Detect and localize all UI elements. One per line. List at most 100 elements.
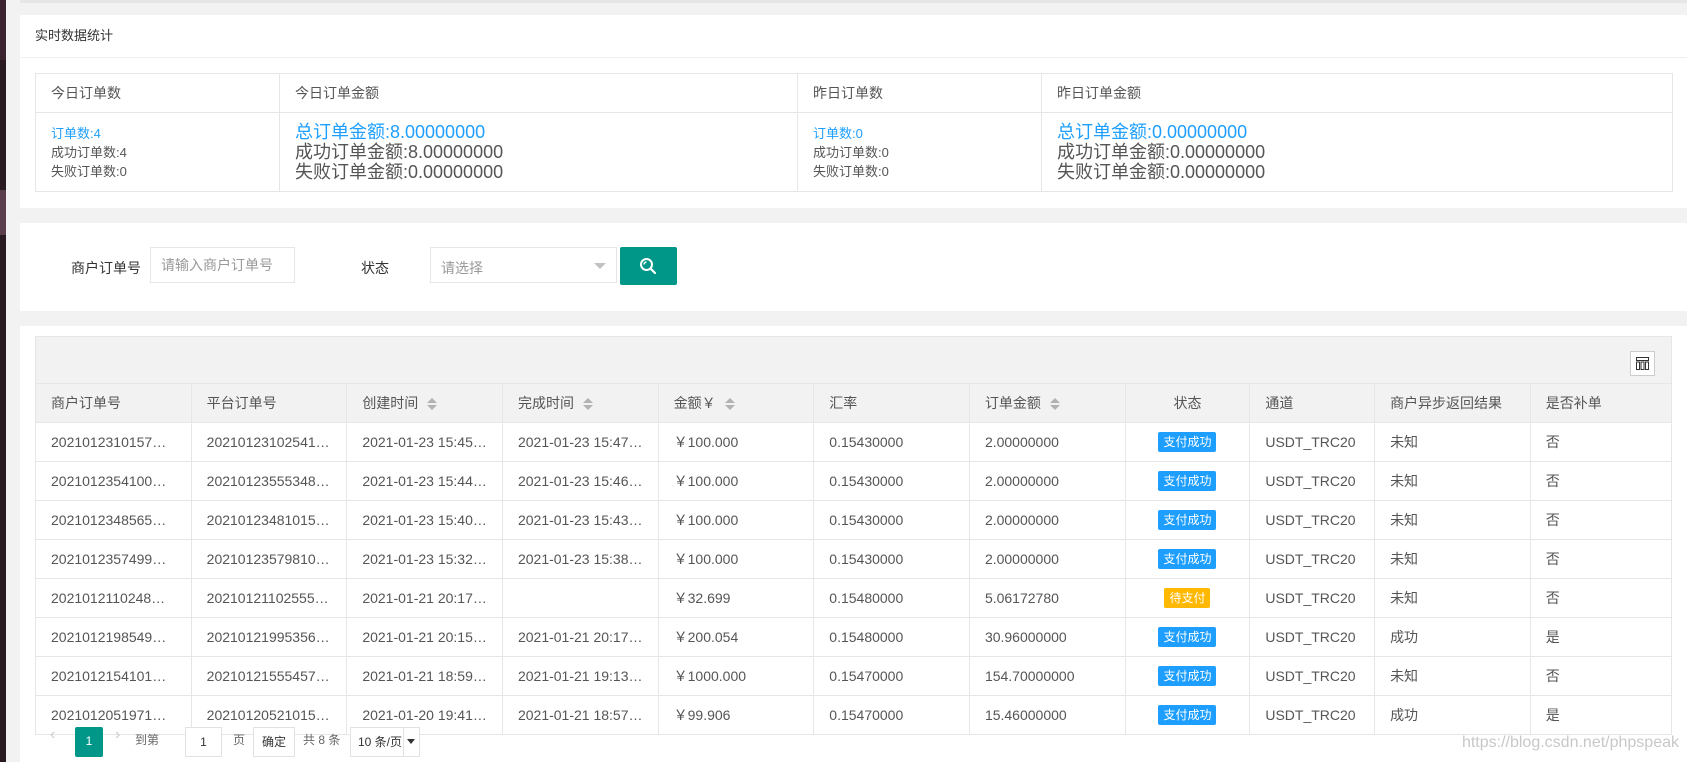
stats-yesterday-amount: 总订单金额:0.00000000 成功订单金额:0.00000000 失败订单金…	[1041, 112, 1673, 192]
rate-cell: 0.15480000	[813, 578, 970, 618]
column-filter-button[interactable]	[1630, 351, 1655, 376]
stats-header-today-count: 今日订单数	[35, 73, 280, 113]
stats-card: 实时数据统计 今日订单数 今日订单金额 昨日订单数 昨日订单金额 订单数:4 成…	[20, 15, 1687, 208]
status-badge: 待支付	[1164, 588, 1211, 608]
status-select[interactable]: 请选择	[430, 247, 617, 283]
created-time-cell: 2021-01-21 20:17…	[346, 578, 503, 618]
rate-cell: 0.15430000	[813, 461, 970, 501]
goto-page-input[interactable]	[185, 727, 222, 757]
amount-cell: ￥100.000	[657, 539, 815, 579]
order-no-label: 商户订单号	[71, 260, 141, 276]
page-size-value: 10 条/页	[358, 735, 403, 749]
sidebar-active-marker	[0, 190, 6, 235]
callback-cell: 未知	[1374, 656, 1531, 696]
channel-cell: USDT_TRC20	[1249, 461, 1376, 501]
order-amount-cell: 2.00000000	[968, 539, 1126, 579]
platform-no-cell: 20210121102555…	[190, 578, 348, 618]
channel-cell: USDT_TRC20	[1249, 422, 1376, 462]
today-order-count: 订单数:4	[51, 125, 101, 141]
completed-time-cell: 2021-01-23 15:43…	[501, 500, 659, 540]
status-cell: 支付成功	[1124, 422, 1251, 462]
status-badge: 支付成功	[1158, 666, 1217, 686]
channel-cell: USDT_TRC20	[1249, 578, 1376, 618]
order-no-input[interactable]	[150, 247, 295, 283]
channel-cell: USDT_TRC20	[1249, 500, 1376, 540]
pagination: ‹ 1 › 到第 页 确定 共 8 条 10 条/页	[35, 721, 1672, 762]
amount-cell: ￥100.000	[657, 422, 815, 462]
amount-cell: ￥100.000	[657, 500, 815, 540]
callback-cell: 未知	[1374, 578, 1531, 618]
status-cell: 支付成功	[1124, 617, 1251, 657]
col-created[interactable]: 创建时间	[346, 383, 503, 423]
channel-cell: USDT_TRC20	[1249, 539, 1376, 579]
stats-header-today-amount: 今日订单金额	[279, 73, 798, 113]
col-amount[interactable]: 金额￥	[657, 383, 815, 423]
col-label: 商户订单号	[51, 395, 121, 411]
merchant-no-cell: 2021012354100…	[35, 461, 192, 501]
sort-icon[interactable]	[427, 398, 438, 411]
stats-header-yesterday-amount: 昨日订单金额	[1041, 73, 1673, 113]
amount-cell: ￥1000.000	[657, 656, 815, 696]
completed-time-cell: 2021-01-23 15:46…	[501, 461, 659, 501]
today-failed-count: 失败订单数:0	[51, 163, 127, 179]
table-row[interactable]: 2021012110248… 20210121102555… 2021-01-21 …	[35, 578, 1673, 618]
left-sidebar-edge	[0, 0, 6, 762]
platform-no-cell: 20210123579810…	[190, 539, 348, 579]
completed-time-cell: 2021-01-21 20:17…	[501, 617, 659, 657]
total-count: 共 8 条	[303, 733, 341, 747]
sort-icon[interactable]	[724, 398, 735, 411]
yesterday-order-count: 订单数:0	[813, 125, 863, 141]
status-cell: 支付成功	[1124, 539, 1251, 579]
table-row[interactable]: 2021012198549… 20210121995356… 2021-01-21 …	[35, 617, 1673, 657]
prev-page-icon[interactable]: ‹	[50, 726, 55, 744]
col-label: 平台订单号	[206, 395, 277, 411]
table-row[interactable]: 2021012348565… 20210123481015… 2021-01-23 …	[35, 500, 1673, 540]
col-merchant-no: 商户订单号	[35, 383, 192, 423]
col-platform-no: 平台订单号	[190, 383, 348, 423]
table-row[interactable]: 2021012354100… 20210123555348… 2021-01-23 …	[35, 461, 1673, 501]
order-amount-cell: 2.00000000	[968, 500, 1126, 540]
order-amount-cell: 154.70000000	[968, 656, 1126, 696]
rate-cell: 0.15470000	[813, 656, 970, 696]
sort-icon[interactable]	[1049, 398, 1060, 411]
col-completed[interactable]: 完成时间	[501, 383, 659, 423]
table-row[interactable]: 2021012357499… 20210123579810… 2021-01-23 …	[35, 539, 1673, 579]
page-size-select[interactable]: 10 条/页	[350, 727, 420, 757]
order-amount-cell: 2.00000000	[968, 422, 1126, 462]
status-badge: 支付成功	[1158, 549, 1217, 569]
goto-label: 到第	[135, 733, 160, 747]
stats-title: 实时数据统计	[20, 15, 1687, 58]
col-label: 通道	[1265, 395, 1294, 411]
merchant-no-cell: 2021012357499…	[35, 539, 192, 579]
col-label: 创建时间	[362, 395, 419, 411]
stats-table: 今日订单数 今日订单金额 昨日订单数 昨日订单金额 订单数:4 成功订单数:4 …	[35, 73, 1673, 192]
created-time-cell: 2021-01-23 15:32…	[346, 539, 503, 579]
status-cell: 待支付	[1124, 578, 1251, 618]
rate-cell: 0.15480000	[813, 617, 970, 657]
stats-today-count: 订单数:4 成功订单数:4 失败订单数:0	[35, 112, 280, 192]
filter-card: 商户订单号 状态 请选择	[20, 223, 1687, 311]
merchant-no-cell: 2021012198549…	[35, 617, 192, 657]
today-success-count: 成功订单数:4	[51, 144, 127, 160]
col-order-amount[interactable]: 订单金额	[968, 383, 1126, 423]
search-button[interactable]	[620, 247, 677, 285]
goto-confirm-button[interactable]: 确定	[253, 727, 295, 757]
status-badge: 支付成功	[1158, 627, 1217, 647]
current-page[interactable]: 1	[75, 727, 103, 757]
table-body: 2021012310157… 20210123102541… 2021-01-23 …	[35, 422, 1673, 735]
rate-cell: 0.15430000	[813, 539, 970, 579]
table-row[interactable]: 2021012154101… 20210121555457… 2021-01-21 …	[35, 656, 1673, 696]
amount-cell: ￥100.000	[657, 461, 815, 501]
status-cell: 支付成功	[1124, 500, 1251, 540]
supplement-cell: 否	[1529, 656, 1673, 696]
channel-cell: USDT_TRC20	[1249, 656, 1376, 696]
supplement-cell: 否	[1529, 461, 1673, 501]
today-success-amount: 成功订单金额:8.00000000	[295, 142, 504, 162]
table-row[interactable]: 2021012310157… 20210123102541… 2021-01-23 …	[35, 422, 1673, 462]
sort-icon[interactable]	[582, 398, 593, 411]
yesterday-success-amount: 成功订单金额:0.00000000	[1057, 142, 1266, 162]
created-time-cell: 2021-01-23 15:40…	[346, 500, 503, 540]
next-page-icon[interactable]: ›	[115, 726, 120, 744]
status-cell: 支付成功	[1124, 656, 1251, 696]
amount-cell: ￥32.699	[657, 578, 815, 618]
